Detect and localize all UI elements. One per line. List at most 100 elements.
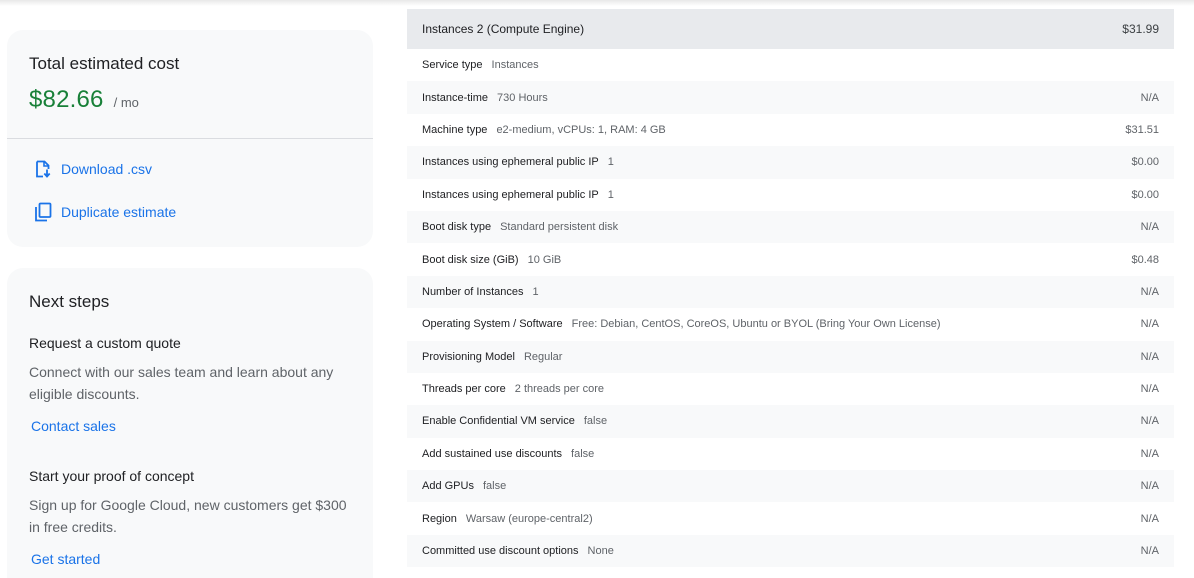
row-price: $0.00 (1131, 156, 1159, 169)
row-price: N/A (1140, 350, 1159, 363)
row-content: Enable Confidential VM service false (422, 415, 607, 427)
table-row: Boot disk type Standard persistent disk N/… (407, 210, 1174, 244)
proof-of-concept-text: Sign up for Google Cloud, new customers … (29, 497, 347, 535)
row-label: Boot disk type (422, 221, 492, 234)
table-row: Add GPUs false N/A (407, 470, 1174, 503)
next-steps-title: Next steps (29, 292, 110, 311)
row-content: Region Warsaw (europe-central2) (422, 513, 593, 525)
row-value: false (583, 415, 608, 428)
row-content: Machine type e2-medium, vCPUs: 1, RAM: 4 … (422, 124, 666, 136)
details-header: Instances 2 (Compute Engine) $31.99 (407, 9, 1174, 49)
row-price: $31.51 (1125, 123, 1159, 136)
table-row: Instance-time 730 Hours N/A (407, 81, 1174, 114)
details-rows: Service type Instances Instance-time 730 Ho… (407, 49, 1174, 568)
table-row: Enable Confidential VM service false N/A (407, 405, 1174, 438)
row-value: Free: Debian, CentOS, CoreOS, Ubuntu or … (571, 318, 941, 331)
table-row: Provisioning Model Regular N/A (407, 340, 1174, 373)
table-row: Threads per core 2 threads per core N/A (407, 373, 1174, 405)
row-value: 1 (607, 156, 614, 169)
row-content: Instances using ephemeral public IP 1 (422, 156, 614, 168)
row-content: Operating System / Software Free: Debian,… (422, 318, 941, 330)
get-started-link[interactable]: Get started (31, 551, 100, 567)
cost-row: $82.66 / mo (29, 86, 139, 114)
row-value: 2 threads per core (514, 383, 605, 396)
row-label: Committed use discount options (422, 545, 579, 558)
row-label: Threads per core (422, 383, 506, 396)
table-row: Number of Instances 1 N/A (407, 275, 1174, 309)
row-value: None (587, 545, 614, 558)
contact-sales-link[interactable]: Contact sales (31, 418, 116, 434)
table-row: Machine type e2-medium, vCPUs: 1, RAM: 4 … (407, 114, 1174, 146)
download-csv-button[interactable]: Download .csv (33, 158, 152, 180)
table-row: Region Warsaw (europe-central2) N/A (407, 502, 1174, 534)
estimate-details-table: Instances 2 (Compute Engine) $31.99 Serv… (407, 9, 1174, 568)
row-price: N/A (1140, 480, 1159, 493)
row-content: Threads per core 2 threads per core (422, 383, 604, 395)
row-value: Regular (523, 350, 563, 363)
row-label: Region (422, 512, 457, 525)
row-price: N/A (1140, 221, 1159, 234)
row-value: 10 GiB (527, 253, 562, 266)
row-value: 1 (532, 285, 539, 298)
table-row: Add sustained use discounts false N/A (407, 438, 1174, 470)
row-price: N/A (1140, 512, 1159, 525)
table-row: Instances using ephemeral public IP 1 $0.0… (407, 179, 1174, 211)
row-label: Operating System / Software (422, 318, 563, 331)
proof-of-concept-heading: Start your proof of concept (29, 468, 194, 484)
row-content: Add GPUs false (422, 480, 506, 492)
top-shadow (0, 0, 1194, 6)
row-content: Number of Instances 1 (422, 286, 539, 298)
row-value: 730 Hours (497, 91, 548, 104)
row-content: Instances using ephemeral public IP 1 (422, 189, 614, 201)
row-content: Boot disk type Standard persistent disk (422, 221, 618, 233)
row-label: Machine type (422, 123, 488, 136)
row-label: Provisioning Model (422, 350, 515, 363)
row-label: Add sustained use discounts (422, 447, 563, 460)
table-row: Committed use discount options None N/A (407, 534, 1174, 568)
row-price: N/A (1140, 545, 1159, 558)
divider (7, 138, 373, 139)
duplicate-estimate-label: Duplicate estimate (61, 204, 177, 220)
row-price: N/A (1140, 415, 1159, 428)
row-value: false (571, 447, 595, 460)
row-value: Instances (491, 59, 539, 72)
row-price: N/A (1140, 91, 1159, 104)
row-content: Add sustained use discounts false (422, 448, 594, 460)
row-label: Service type (422, 59, 483, 72)
details-title: Instances 2 (Compute Engine) (422, 22, 585, 36)
duplicate-estimate-button[interactable]: Duplicate estimate (33, 201, 176, 223)
cost-summary-card: Total estimated cost $82.66 / mo Downloa… (7, 30, 373, 247)
table-row: Instances using ephemeral public IP 1 $0.0… (407, 146, 1174, 179)
download-file-icon (33, 158, 53, 180)
row-content: Instance-time 730 Hours (422, 92, 548, 104)
row-label: Add GPUs (422, 480, 474, 493)
row-label: Instances using ephemeral public IP (422, 188, 599, 201)
row-value: e2-medium, vCPUs: 1, RAM: 4 GB (496, 123, 666, 136)
total-cost-amount: $82.66 (29, 86, 104, 113)
download-csv-label: Download .csv (61, 161, 153, 177)
row-value: 1 (607, 188, 614, 201)
row-content: Boot disk size (GiB) 10 GiB (422, 254, 561, 266)
row-content: Provisioning Model Regular (422, 351, 562, 363)
cost-title: Total estimated cost (29, 54, 180, 73)
row-price: N/A (1140, 383, 1159, 396)
row-value: Standard persistent disk (500, 221, 619, 234)
details-price: $31.99 (1122, 22, 1159, 36)
table-row: Boot disk size (GiB) 10 GiB $0.48 (407, 243, 1174, 275)
row-label: Enable Confidential VM service (422, 415, 575, 428)
table-row: Operating System / Software Free: Debian,… (407, 308, 1174, 340)
row-label: Boot disk size (GiB) (422, 253, 519, 266)
table-row: Service type Instances (407, 49, 1174, 81)
row-price: $0.48 (1131, 253, 1159, 266)
row-price: N/A (1140, 447, 1159, 460)
custom-quote-text: Connect with our sales team and learn ab… (29, 364, 334, 402)
row-content: Committed use discount options None (422, 545, 614, 557)
copy-icon (33, 201, 53, 223)
row-price: $0.00 (1131, 188, 1159, 201)
row-price: N/A (1140, 285, 1159, 298)
cost-unit: / mo (113, 95, 139, 110)
next-steps-card: Next steps Request a custom quote Connec… (7, 268, 373, 578)
row-value: Warsaw (europe-central2) (465, 512, 593, 525)
row-label: Number of Instances (422, 285, 524, 298)
row-label: Instances using ephemeral public IP (422, 156, 599, 169)
